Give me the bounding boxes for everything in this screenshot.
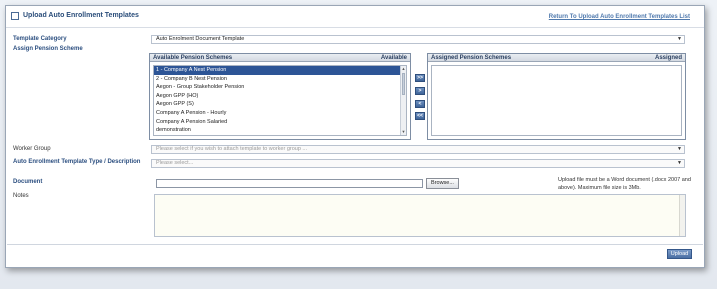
document-help-text: Upload file must be a Word document (.do…: [558, 177, 691, 191]
browse-button[interactable]: Browse...: [426, 178, 459, 189]
available-scheme-item[interactable]: demonstration pension: [154, 135, 406, 136]
document-label: Document: [13, 179, 43, 185]
scroll-down-icon[interactable]: ▼: [401, 129, 406, 135]
available-scheme-item[interactable]: Aegon - Group Stakeholder Pension: [154, 83, 406, 92]
available-list-scrollbar[interactable]: ▲ ▼: [400, 66, 406, 135]
available-schemes-title: Available Pension Schemes: [153, 55, 233, 61]
assigned-schemes-list[interactable]: [431, 65, 682, 136]
available-scheme-item[interactable]: Company A Pension - Hourly: [154, 109, 406, 118]
chevron-down-icon: ▼: [677, 36, 682, 42]
available-schemes-box: Available Pension Schemes Available 1 - …: [149, 53, 411, 140]
scroll-up-icon[interactable]: ▲: [401, 66, 406, 72]
remove-all-button[interactable]: <<: [415, 112, 425, 120]
remove-button[interactable]: <: [415, 100, 425, 108]
panel-header: Upload Auto Enrollment Templates Return …: [6, 6, 704, 28]
available-scheme-item[interactable]: Company A Pension Salaried: [154, 118, 406, 127]
available-schemes-header: Available Pension Schemes Available: [150, 54, 410, 62]
available-scheme-item[interactable]: Aegon GPP (HO): [154, 92, 406, 101]
worker-group-label: Worker Group: [13, 146, 51, 152]
available-label: Available: [380, 55, 407, 61]
return-to-list-link[interactable]: Return To Upload Auto Enrollment Templat…: [549, 14, 690, 20]
worker-group-placeholder: Please select if you wish to attach temp…: [156, 146, 308, 152]
notes-label: Notes: [13, 193, 29, 199]
notes-textarea[interactable]: [154, 194, 686, 237]
assign-pension-scheme-label: Assign Pension Scheme: [13, 46, 83, 52]
assigned-schemes-title: Assigned Pension Schemes: [431, 55, 512, 61]
assigned-schemes-box: Assigned Pension Schemes Assigned: [427, 53, 686, 140]
scroll-thumb[interactable]: [402, 73, 405, 95]
available-scheme-item[interactable]: demonstration: [154, 126, 406, 135]
assigned-label: Assigned: [654, 55, 682, 61]
footer-divider: [7, 244, 703, 245]
worker-group-select[interactable]: Please select if you wish to attach temp…: [151, 145, 685, 154]
document-file-input[interactable]: [156, 179, 423, 188]
chevron-down-icon: ▼: [677, 146, 682, 152]
template-category-select[interactable]: Auto Enrolment Document Template ▼: [151, 35, 685, 44]
available-schemes-list[interactable]: 1 - Company A Nest Pension 2 - Company B …: [153, 65, 407, 136]
available-scheme-item[interactable]: 1 - Company A Nest Pension: [154, 66, 406, 75]
page-title: Upload Auto Enrollment Templates: [23, 12, 139, 19]
assigned-schemes-header: Assigned Pension Schemes Assigned: [428, 54, 685, 62]
available-scheme-item[interactable]: 2 - Company B Nest Pension: [154, 75, 406, 84]
chevron-down-icon: ▼: [677, 160, 682, 166]
template-type-select[interactable]: Please select... ▼: [151, 159, 685, 168]
collapse-checkbox[interactable]: [11, 12, 19, 20]
add-all-button[interactable]: >>: [415, 74, 425, 82]
add-button[interactable]: >: [415, 87, 425, 95]
template-category-label: Template Category: [13, 36, 67, 42]
upload-button[interactable]: Upload: [667, 249, 692, 259]
template-type-placeholder: Please select...: [156, 160, 194, 166]
template-category-value: Auto Enrolment Document Template: [156, 36, 245, 42]
available-scheme-item[interactable]: Aegon GPP (S): [154, 100, 406, 109]
upload-templates-panel: Upload Auto Enrollment Templates Return …: [5, 5, 705, 268]
notes-scrollbar[interactable]: [679, 195, 685, 236]
template-type-label: Auto Enrollment Template Type / Descript…: [13, 159, 141, 165]
